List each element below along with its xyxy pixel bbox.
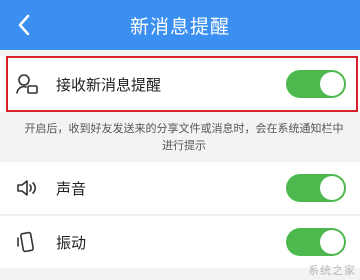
setting-label: 接收新消息提醒 xyxy=(56,75,162,94)
setting-label: 振动 xyxy=(56,233,87,252)
vibrate-phone-icon xyxy=(14,229,40,255)
divider xyxy=(0,214,360,215)
page-title: 新消息提醒 xyxy=(129,15,230,38)
watermark-text: 系统之家 xyxy=(308,265,356,277)
header-bar: 新消息提醒 xyxy=(0,0,360,50)
setting-row-notify: 接收新消息提醒 xyxy=(0,56,360,112)
speaker-icon xyxy=(14,175,40,201)
toggle-knob xyxy=(320,176,344,200)
setting-row-sound: 声音 xyxy=(0,162,360,214)
sound-toggle[interactable] xyxy=(286,174,346,202)
toggle-knob xyxy=(320,230,344,254)
setting-row-vibrate: 振动 xyxy=(0,216,360,268)
notify-toggle[interactable] xyxy=(286,70,346,98)
notify-description: 开启后，收到好友发送来的分享文件或消息时，会在系统通知栏中进行提示 xyxy=(24,122,344,152)
vibrate-toggle[interactable] xyxy=(286,228,346,256)
setting-label: 声音 xyxy=(56,179,87,198)
person-message-icon xyxy=(14,71,40,97)
toggle-knob xyxy=(320,72,344,96)
